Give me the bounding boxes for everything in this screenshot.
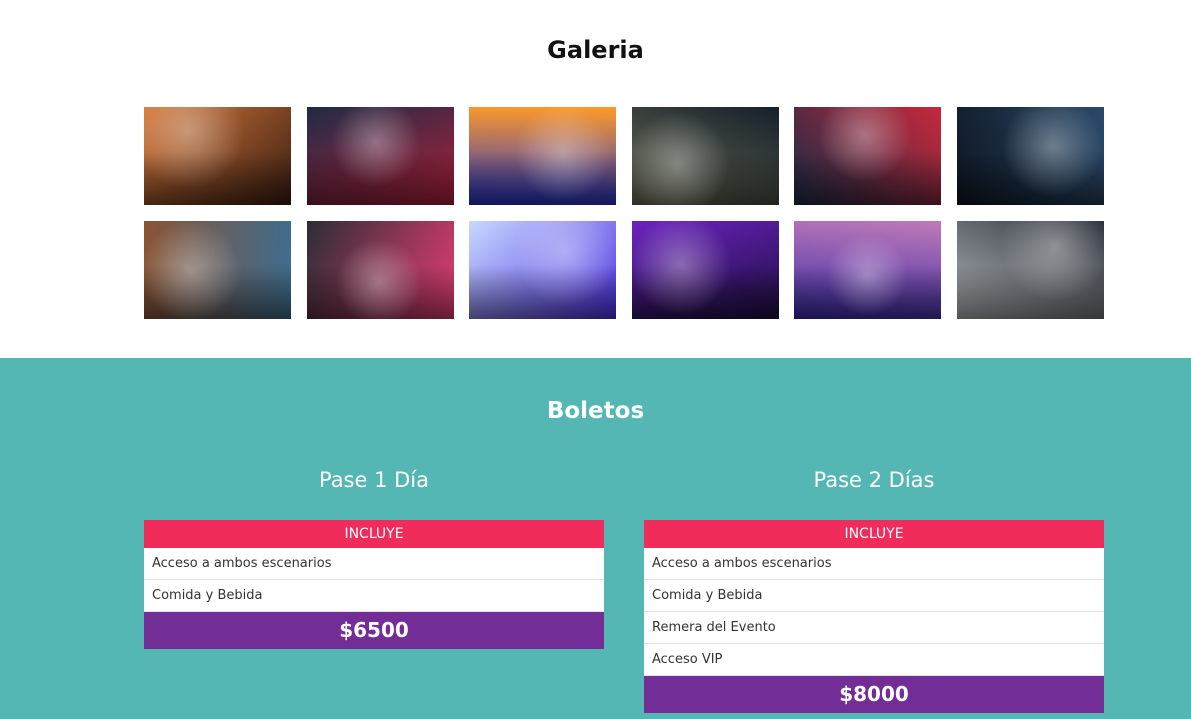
tickets-section: Boletos Pase 1 Día INCLUYE Acceso a ambo… bbox=[0, 358, 1191, 719]
gallery-image[interactable] bbox=[144, 107, 291, 205]
pass-1-day: Pase 1 Día INCLUYE Acceso a ambos escena… bbox=[144, 467, 604, 649]
list-item: Acceso VIP bbox=[644, 644, 1104, 676]
gallery-image[interactable] bbox=[306, 221, 454, 319]
includes-header: INCLUYE bbox=[144, 520, 604, 548]
photo-highlight bbox=[631, 221, 779, 319]
photo-highlight bbox=[469, 221, 617, 319]
list-item: Comida y Bebida bbox=[644, 580, 1104, 612]
photo-highlight bbox=[144, 107, 291, 205]
gallery-image[interactable] bbox=[794, 107, 942, 205]
gallery-image[interactable] bbox=[469, 221, 617, 319]
tickets-title: Boletos bbox=[546, 398, 645, 424]
gallery-image[interactable] bbox=[306, 107, 454, 205]
includes-header: INCLUYE bbox=[644, 520, 1104, 548]
photo-highlight bbox=[794, 107, 942, 205]
list-item: Acceso a ambos escenarios bbox=[144, 548, 604, 580]
gallery-image[interactable] bbox=[469, 107, 617, 205]
photo-highlight bbox=[306, 107, 454, 205]
gallery-title: Galeria bbox=[547, 36, 644, 64]
gallery-image[interactable] bbox=[631, 107, 779, 205]
price-label: $8000 bbox=[644, 676, 1104, 713]
photo-highlight bbox=[794, 221, 942, 319]
pass-title: Pase 2 Días bbox=[813, 468, 935, 492]
price-label: $6500 bbox=[144, 612, 604, 649]
photo-highlight bbox=[956, 221, 1104, 319]
gallery-image[interactable] bbox=[144, 221, 291, 319]
pass-2-days: Pase 2 Días INCLUYE Acceso a ambos escen… bbox=[644, 467, 1104, 713]
photo-highlight bbox=[144, 221, 291, 319]
gallery-grid bbox=[144, 107, 1104, 319]
gallery-section: Galeria bbox=[0, 0, 1191, 358]
photo-highlight bbox=[631, 107, 779, 205]
photo-highlight bbox=[956, 107, 1104, 205]
list-item: Comida y Bebida bbox=[144, 580, 604, 612]
photo-highlight bbox=[469, 107, 617, 205]
list-item: Remera del Evento bbox=[644, 612, 1104, 644]
gallery-image[interactable] bbox=[956, 221, 1104, 319]
pass-card: INCLUYE Acceso a ambos escenarios Comida… bbox=[644, 520, 1104, 713]
list-item: Acceso a ambos escenarios bbox=[644, 548, 1104, 580]
gallery-image[interactable] bbox=[631, 221, 779, 319]
photo-highlight bbox=[306, 221, 454, 319]
gallery-image[interactable] bbox=[956, 107, 1104, 205]
gallery-image[interactable] bbox=[794, 221, 942, 319]
pass-title: Pase 1 Día bbox=[318, 468, 430, 492]
pass-card: INCLUYE Acceso a ambos escenarios Comida… bbox=[144, 520, 604, 649]
